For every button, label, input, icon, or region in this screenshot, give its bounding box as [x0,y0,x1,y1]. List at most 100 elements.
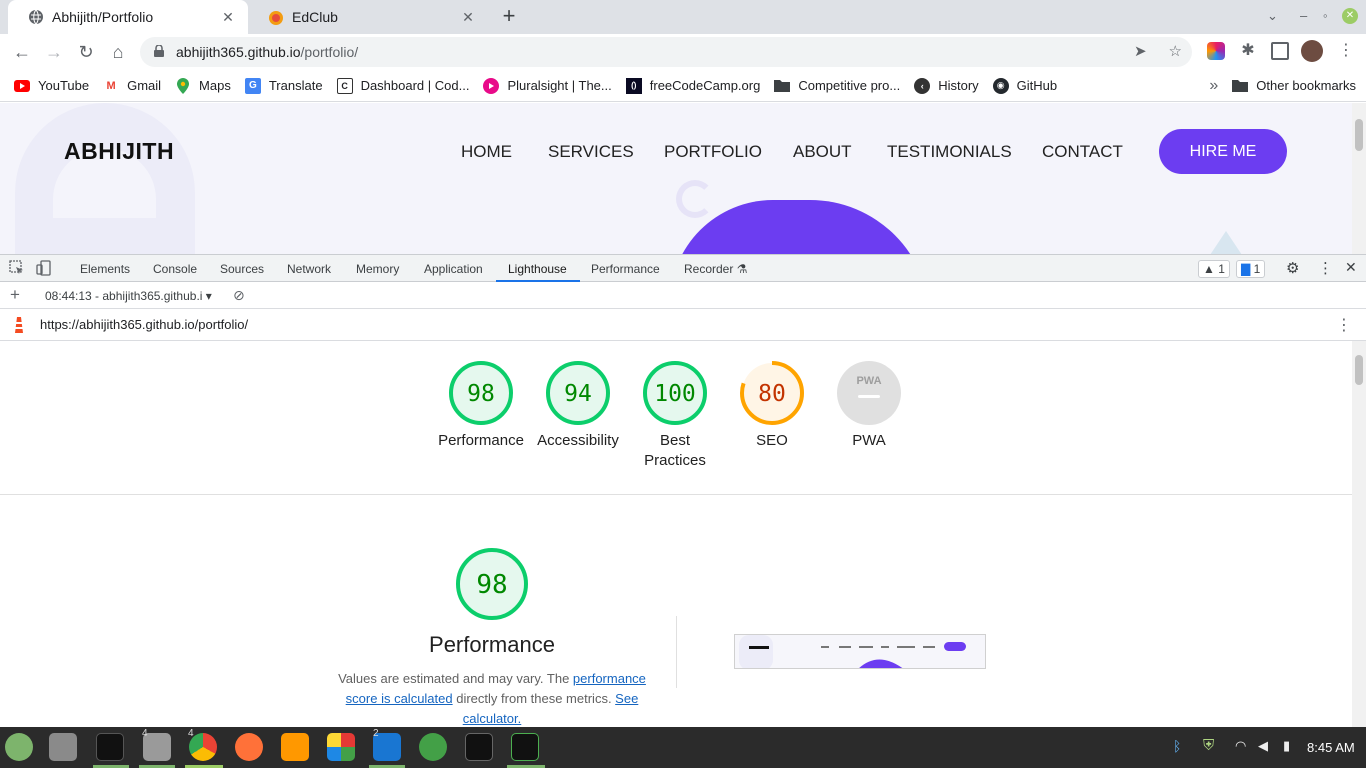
report-menu-icon[interactable]: ⋮ [1336,315,1352,335]
devtools-tab-elements[interactable]: Elements [80,262,130,276]
update-shield-icon[interactable]: ⛨ [1203,737,1214,754]
bookmark-freecodecamp[interactable]: (̂) freeCodeCamp.org [625,77,760,94]
window-count: 4 [188,728,194,739]
new-report-plus-icon[interactable]: + [10,285,20,305]
settings-gear-icon[interactable]: ⚙ [1286,259,1299,277]
devtools-tab-sources[interactable]: Sources [220,262,264,276]
devtools-tab-lighthouse[interactable]: Lighthouse [508,262,567,276]
atom-icon[interactable] [419,733,447,761]
report-scrollbar[interactable] [1352,341,1366,727]
hire-me-button[interactable]: HIRE ME [1159,129,1287,174]
extensions-puzzle-icon[interactable]: ✱ [1239,42,1257,60]
terminal-icon[interactable] [96,733,124,761]
close-window-icon[interactable]: ✕ [1342,8,1358,24]
devtools-tab-memory[interactable]: Memory [356,262,399,276]
pwa-badge-bg [837,361,901,425]
tab-label: Recorder [684,262,734,276]
gauge-performance[interactable]: 98 Performance [431,359,531,451]
bookmark-maps[interactable]: Maps [175,77,231,94]
reload-icon[interactable]: ↻ [74,40,98,64]
mint-menu-icon[interactable] [5,733,33,761]
back-icon[interactable]: ← [10,40,34,64]
extension-color-icon[interactable] [1207,42,1225,60]
other-bookmarks-folder[interactable]: Other bookmarks [1232,78,1356,94]
bookmark-label: Competitive pro... [798,78,901,93]
desc-text: Values are estimated and may vary. The [338,671,573,686]
device-toggle-icon[interactable] [36,260,52,279]
wifi-icon[interactable]: ◠ [1235,738,1246,754]
bookmark-translate[interactable]: G Translate [244,77,323,94]
devtools-menu-icon[interactable]: ⋮ [1318,259,1333,277]
scrollbar-thumb[interactable] [1355,355,1363,385]
minimize-icon[interactable]: – [1300,8,1307,23]
forward-icon[interactable]: → [42,40,66,64]
address-bar[interactable]: abhijith365.github.io/portfolio/ ➤ ☆ [140,37,1192,67]
box-app-icon[interactable] [465,733,493,761]
new-tab-button[interactable]: + [498,5,520,28]
site-logo[interactable]: ABHIJITH [64,138,174,165]
nav-testimonials[interactable]: TESTIMONIALS [887,142,1012,162]
edclub-icon [268,9,284,25]
messages-badge[interactable]: ▇ 1 [1236,260,1266,278]
restore-icon[interactable]: ◦ [1323,8,1328,23]
bookmark-gmail[interactable]: M Gmail [103,78,162,94]
volume-icon[interactable]: ◀ [1258,738,1268,754]
page-scrollbar[interactable] [1352,103,1366,254]
nav-home[interactable]: HOME [461,142,512,162]
bookmark-label: Dashboard | Cod... [360,78,470,93]
gauge-best-practices[interactable]: 100 Best Practices [630,359,720,471]
gauge-pwa[interactable]: PWA PWA [819,359,919,451]
lighthouse-logo-icon [12,317,26,336]
final-screenshot-thumbnail[interactable] [734,634,986,669]
home-icon[interactable]: ⌂ [106,40,130,64]
battery-icon[interactable]: ▮ [1283,738,1290,754]
tab-search-icon[interactable]: ⌄ [1267,8,1278,24]
devtools-tab-console[interactable]: Console [153,262,197,276]
devtools-tab-network[interactable]: Network [287,262,331,276]
browser-tab-strip: Abhijith/Portfolio ✕ EdClub ✕ + ⌄ – ◦ ✕ [0,0,1366,34]
tab-portfolio[interactable]: Abhijith/Portfolio ✕ [8,0,248,34]
more-bookmarks-chevron-icon[interactable]: » [1209,77,1218,95]
firefox-icon[interactable] [235,733,263,761]
gauge-seo[interactable]: 80 SEO [722,359,822,451]
side-panel-icon[interactable] [1271,42,1289,60]
app-grid-icon[interactable] [327,733,355,761]
nav-about[interactable]: ABOUT [793,142,852,162]
file-manager-icon[interactable] [49,733,77,761]
profile-avatar[interactable] [1301,40,1323,62]
clock[interactable]: 8:45 AM [1307,740,1355,755]
send-icon[interactable]: ➤ [1134,42,1147,60]
nav-portfolio[interactable]: PORTFOLIO [664,142,762,162]
bookmark-pluralsight[interactable]: Pluralsight | The... [483,77,612,94]
nav-contact[interactable]: CONTACT [1042,142,1123,162]
gauge-accessibility[interactable]: 94 Accessibility [528,359,628,451]
bookmark-star-icon[interactable]: ☆ [1169,42,1182,60]
system-monitor-icon[interactable] [511,733,539,761]
pwa-badge-text: PWA [856,375,881,387]
close-tab-icon[interactable]: ✕ [218,9,238,26]
bookmark-label: GitHub [1016,78,1058,93]
bookmark-youtube[interactable]: YouTube [14,78,89,94]
report-selector[interactable]: 08:44:13 - abhijith365.github.i ▾ [45,289,212,303]
close-tab-icon[interactable]: ✕ [458,9,478,26]
gauge-score: 80 [758,381,786,407]
menu-kebab-icon[interactable]: ⋮ [1338,42,1356,60]
bluetooth-icon[interactable]: ᛒ [1173,738,1181,754]
warnings-badge[interactable]: ▲ 1 [1198,260,1230,278]
scrollbar-thumb[interactable] [1355,119,1363,151]
bookmark-history[interactable]: ‹ History [914,77,979,94]
close-devtools-icon[interactable]: ✕ [1345,259,1357,276]
devtools-tab-recorder[interactable]: Recorder ⚗ [684,262,747,276]
bookmark-codechef[interactable]: C Dashboard | Cod... [336,77,470,94]
devtools-tab-application[interactable]: Application [424,262,483,276]
clear-reports-icon[interactable]: ⊘ [233,287,245,304]
nav-services[interactable]: SERVICES [548,142,634,162]
bookmark-competitive[interactable]: Competitive pro... [774,78,900,94]
bookmark-github[interactable]: ◉ GitHub [992,77,1058,94]
tab-edclub[interactable]: EdClub ✕ [248,0,488,34]
gauge-score: 98 [467,381,495,407]
inspect-element-icon[interactable] [9,260,25,279]
report-url[interactable]: https://abhijith365.github.io/portfolio/ [40,317,248,332]
devtools-tab-performance[interactable]: Performance [591,262,660,276]
sublime-text-icon[interactable] [281,733,309,761]
